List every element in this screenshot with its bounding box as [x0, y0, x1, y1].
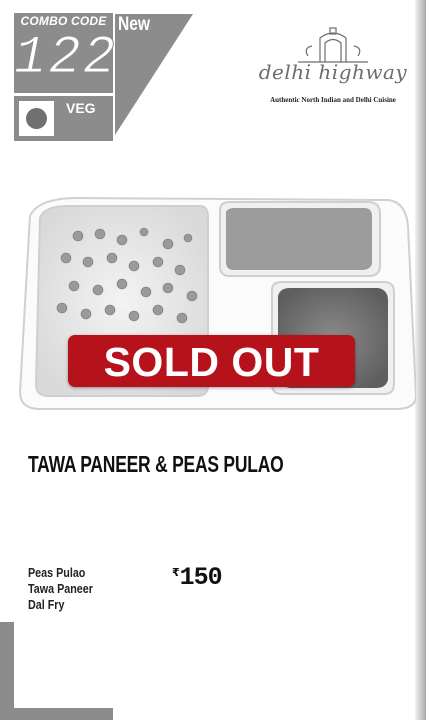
veg-symbol	[19, 101, 54, 136]
dish-items-list: Peas Pulao Tawa Paneer Dal Fry	[28, 565, 93, 613]
list-item: Peas Pulao	[28, 566, 86, 580]
brand-name: delhi highway	[258, 60, 408, 84]
veg-dot-icon	[26, 108, 47, 129]
combo-code-label: COMBO CODE	[20, 14, 107, 28]
combo-code-box: COMBO CODE 122	[14, 13, 118, 93]
list-item: Tawa Paneer	[28, 582, 93, 596]
price: ₹150	[172, 563, 223, 592]
sold-out-label: SOLD OUT	[103, 339, 320, 385]
corner-bar-vertical	[0, 622, 14, 720]
sold-out-banner: SOLD OUT	[68, 335, 355, 387]
currency-symbol: ₹	[172, 567, 180, 579]
veg-label: VEG	[66, 100, 96, 116]
price-amount: 150	[179, 563, 223, 592]
right-edge-shadow	[415, 0, 426, 720]
brand-logo: delhi highway Authentic North Indian and…	[258, 26, 408, 108]
corner-bar-horizontal	[14, 708, 113, 720]
combo-code-number: 122	[14, 28, 118, 89]
list-item: Dal Fry	[28, 598, 65, 612]
dish-title: TAWA PANEER & PEAS PULAO	[28, 451, 284, 477]
veg-indicator: VEG	[14, 96, 113, 141]
brand-tagline: Authentic North Indian and Delhi Cuisine	[270, 96, 396, 104]
new-badge-label: New	[118, 14, 151, 35]
